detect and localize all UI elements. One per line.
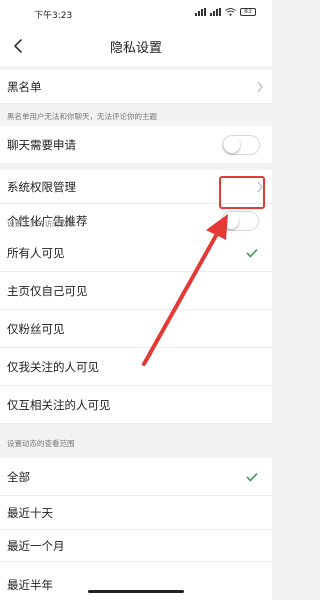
page-title: 隐私设置: [109, 41, 162, 56]
blacklist-row[interactable]: 黑名单: [0, 70, 272, 104]
homepage-option-label: 仅互相关注的人可见: [7, 397, 111, 412]
feed-range-option-row[interactable]: 最近半年: [0, 562, 272, 600]
homepage-option-row[interactable]: 仅粉丝可见: [0, 310, 272, 348]
toggle-knob: [224, 136, 240, 153]
feed-range-option-label: 最近一个月: [7, 538, 65, 553]
chat-apply-row: 聊天需要申请: [0, 126, 272, 164]
status-time: 下午3:23: [34, 11, 73, 21]
status-bar: 下午3:23 83: [0, 0, 272, 26]
homepage-option-row[interactable]: 仅我关注的人可见: [0, 348, 272, 386]
blacklist-label: 黑名单: [7, 79, 42, 94]
homepage-option-row[interactable]: 主页仅自己可见: [0, 272, 272, 310]
homepage-option-label: 所有人可见: [7, 245, 65, 260]
homepage-option-label: 仅粉丝可见: [7, 321, 65, 336]
homepage-access-header: 设置主页的访问权限: [7, 219, 75, 228]
chat-apply-toggle[interactable]: [222, 134, 260, 155]
signal-icon: [195, 8, 206, 16]
homepage-option-label: 仅我关注的人可见: [7, 359, 99, 374]
annotation-highlight-box: [219, 176, 265, 209]
feed-range-option-label: 最近十天: [7, 505, 53, 520]
checkmark-icon: [246, 472, 258, 482]
chat-apply-label: 聊天需要申请: [7, 137, 76, 152]
feed-range-option-row[interactable]: 最近一个月: [0, 530, 272, 562]
homepage-option-label: 主页仅自己可见: [7, 283, 88, 298]
home-indicator: [88, 590, 184, 593]
personalized-ads-toggle[interactable]: [221, 210, 259, 231]
wifi-icon: [225, 8, 236, 16]
status-icons: 83: [195, 8, 256, 16]
blacklist-note: 黑名单用户无法和你聊天，无法评论你的主题: [7, 112, 157, 121]
feed-range-option-row[interactable]: 全部: [0, 458, 272, 496]
signal-icon-2: [210, 8, 221, 16]
feed-range-option-label: 最近半年: [7, 578, 53, 592]
toggle-knob: [223, 212, 239, 229]
chevron-right-icon: [257, 81, 263, 92]
homepage-option-row[interactable]: 所有人可见: [0, 234, 272, 272]
checkmark-icon: [246, 248, 258, 258]
battery-icon: 83: [240, 8, 256, 16]
feed-range-header: 设置动态的查看范围: [7, 439, 75, 448]
feed-range-option-row[interactable]: 最近十天: [0, 496, 272, 530]
system-permissions-label: 系统权限管理: [7, 179, 76, 194]
feed-range-option-label: 全部: [7, 469, 30, 484]
nav-bar: 隐私设置: [0, 26, 272, 66]
homepage-option-row[interactable]: 仅互相关注的人可见: [0, 386, 272, 424]
